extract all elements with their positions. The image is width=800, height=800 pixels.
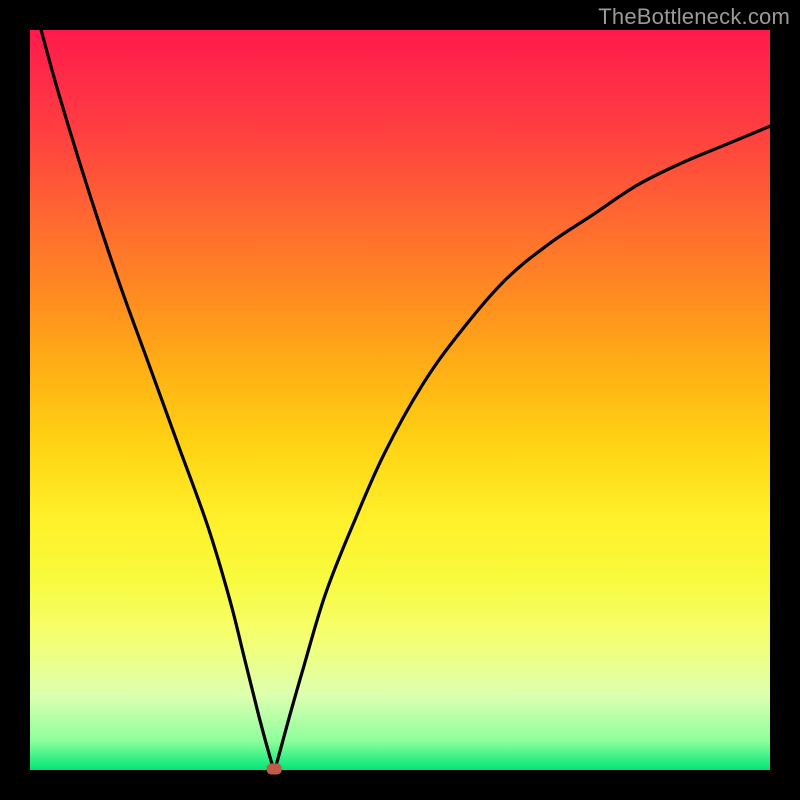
bottleneck-curve (41, 30, 770, 770)
min-marker (267, 764, 281, 774)
plot-area (30, 30, 770, 770)
chart-svg (30, 30, 770, 770)
chart-frame: TheBottleneck.com (0, 0, 800, 800)
watermark-text: TheBottleneck.com (598, 4, 790, 30)
